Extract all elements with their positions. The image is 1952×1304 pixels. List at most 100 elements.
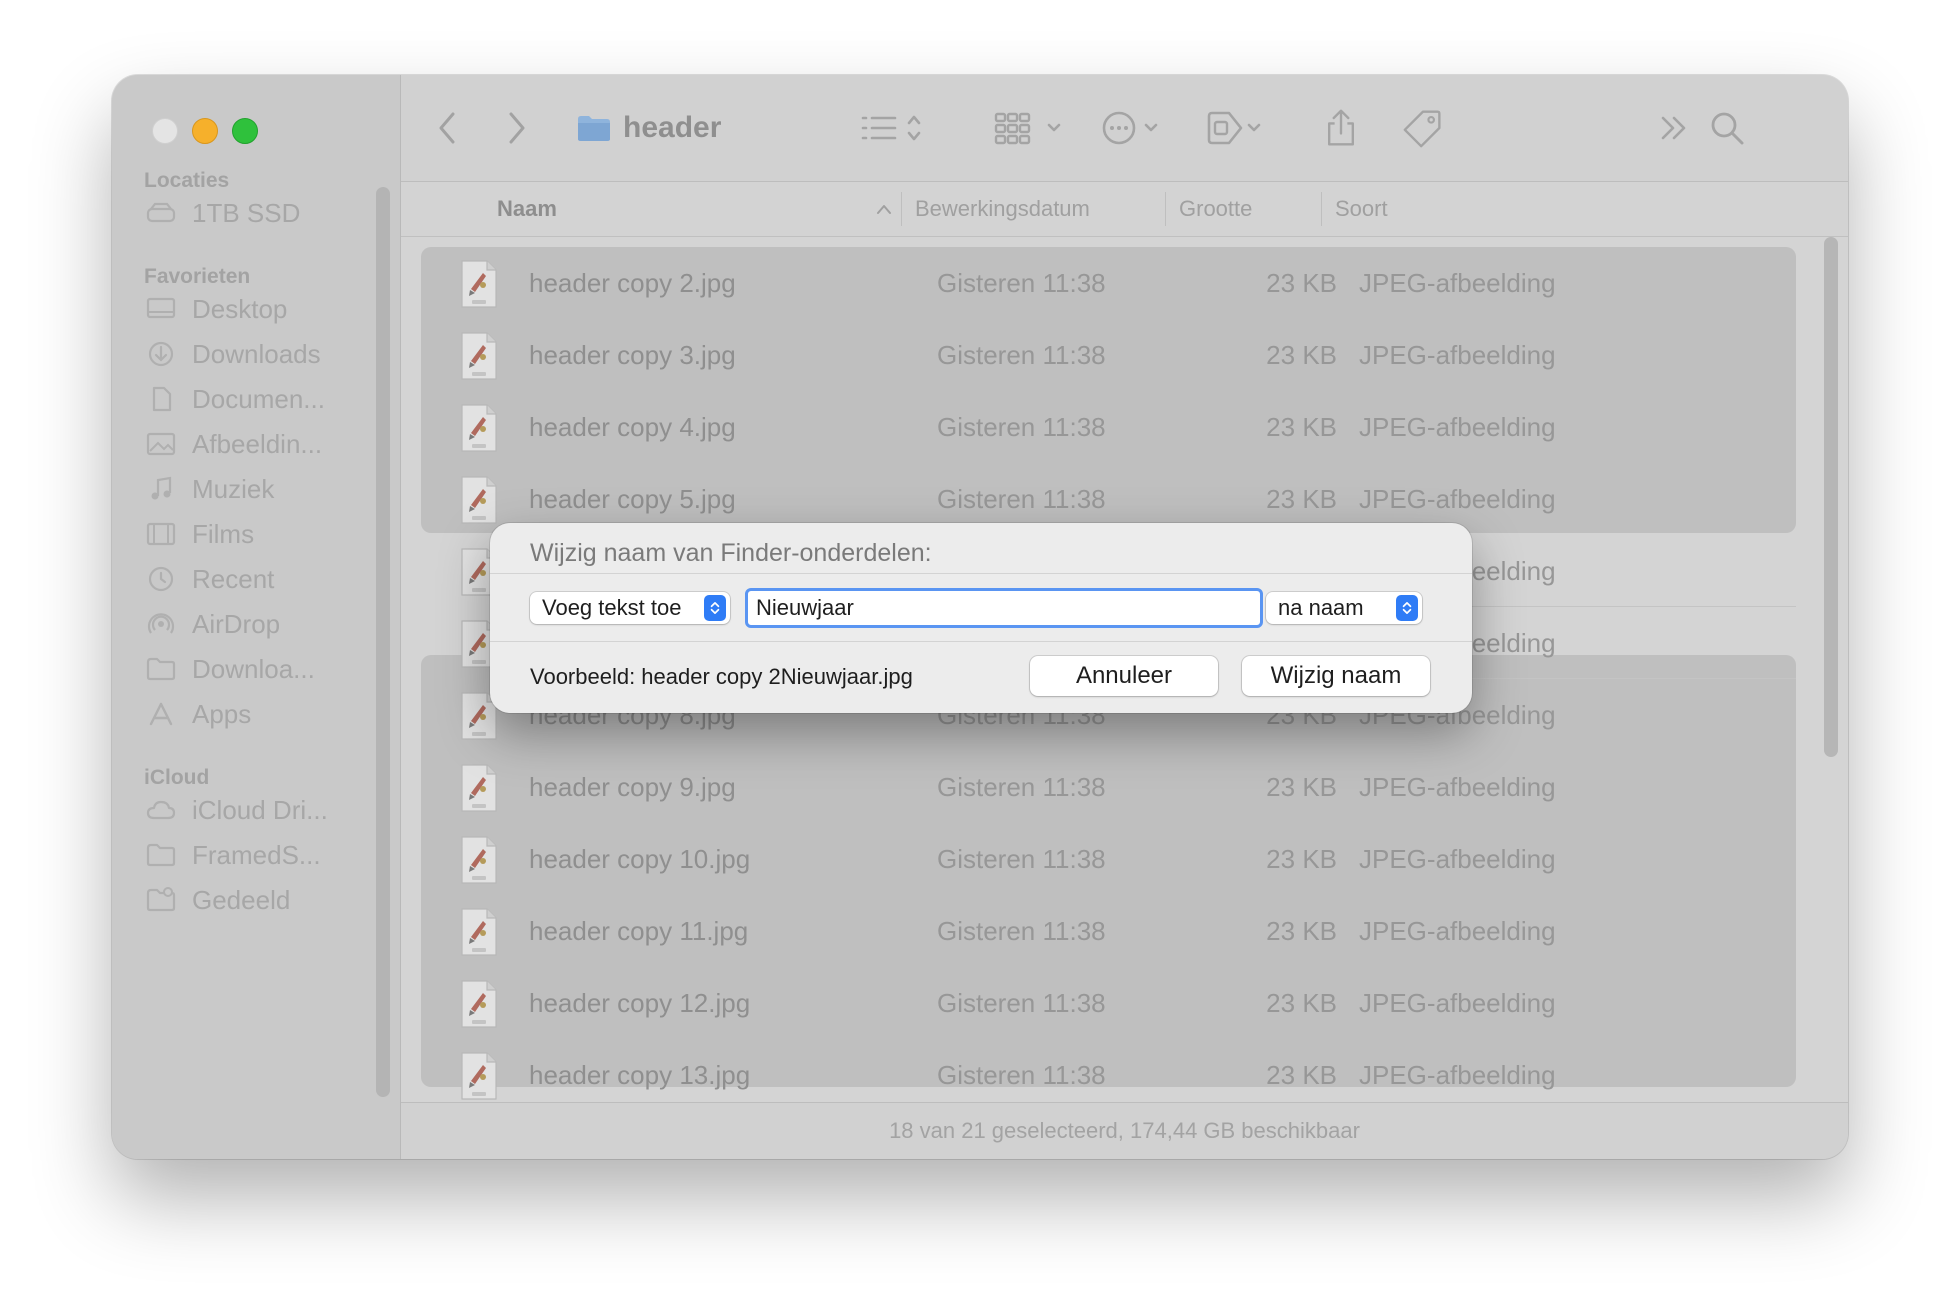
more-toolbar-button[interactable] bbox=[1657, 105, 1691, 151]
minimize-button[interactable] bbox=[192, 118, 218, 144]
sidebar-item[interactable]: AirDrop bbox=[144, 604, 364, 644]
rename-text-input[interactable]: Nieuwjaar bbox=[745, 588, 1263, 628]
file-list-scrollbar[interactable] bbox=[1824, 237, 1838, 757]
close-button[interactable] bbox=[152, 118, 178, 144]
stepper-arrows-icon bbox=[704, 595, 726, 621]
file-name: header copy 3.jpg bbox=[529, 340, 736, 370]
action-button[interactable] bbox=[1101, 105, 1171, 151]
file-row[interactable]: header copy 3.jpg Gisteren 11:38 23 KB JPEG… bbox=[421, 319, 1796, 391]
column-header: Naam Bewerkingsdatum Grootte Soort bbox=[401, 182, 1848, 237]
file-kind: JPEG-afbeelding bbox=[1359, 844, 1556, 874]
file-kind: JPEG-afbeelding bbox=[1359, 988, 1556, 1018]
jpeg-file-icon bbox=[459, 763, 499, 813]
apps-icon bbox=[144, 700, 178, 728]
view-list-button[interactable] bbox=[859, 105, 929, 151]
sidebar-item[interactable]: Recent bbox=[144, 559, 364, 599]
clock-icon bbox=[144, 565, 178, 593]
file-date: Gisteren 11:38 bbox=[937, 772, 1106, 802]
sidebar-item-label: Afbeeldin... bbox=[192, 428, 323, 459]
cancel-button[interactable]: Annuleer bbox=[1030, 656, 1218, 696]
desktop-icon bbox=[144, 295, 178, 323]
rename-button[interactable]: Wijzig naam bbox=[1242, 656, 1430, 696]
forward-button[interactable] bbox=[505, 105, 529, 151]
sort-ascending-icon bbox=[875, 182, 893, 236]
sidebar-item[interactable]: Downloa... bbox=[144, 649, 364, 689]
grid-view-icon bbox=[994, 112, 1061, 145]
sidebar-item[interactable]: Films bbox=[144, 514, 364, 554]
sidebar-item[interactable]: iCloud Dri... bbox=[144, 790, 364, 830]
sidebar-item-label: iCloud Dri... bbox=[192, 794, 328, 825]
file-name: header copy 2.jpg bbox=[529, 268, 736, 298]
sidebar-item-label: Gedeeld bbox=[192, 884, 291, 915]
tag-button[interactable] bbox=[1401, 105, 1445, 151]
file-kind: JPEG-afbeelding bbox=[1359, 1060, 1556, 1090]
sidebar-item-label: Documen... bbox=[192, 383, 325, 414]
jpeg-file-icon bbox=[459, 259, 499, 309]
file-kind: JPEG-afbeelding bbox=[1359, 340, 1556, 370]
sidebar-scrollbar[interactable] bbox=[376, 187, 390, 1097]
jpeg-file-icon bbox=[459, 907, 499, 957]
group-button[interactable] bbox=[993, 105, 1069, 151]
zoom-button[interactable] bbox=[232, 118, 258, 144]
sidebar-item[interactable]: 1TB SSD bbox=[144, 193, 364, 233]
sidebar-section-title: Favorieten bbox=[144, 265, 251, 288]
file-row[interactable]: header copy 10.jpg Gisteren 11:38 23 KB JPE… bbox=[421, 823, 1796, 895]
file-size: 23 KB bbox=[1266, 844, 1337, 874]
file-row[interactable]: header copy 13.jpg Gisteren 11:38 23 KB JPE… bbox=[421, 1039, 1796, 1101]
column-kind[interactable]: Soort bbox=[1335, 182, 1388, 236]
rename-text-value: Nieuwjaar bbox=[756, 595, 854, 620]
file-row[interactable]: header copy 9.jpg Gisteren 11:38 23 KB JPEG… bbox=[421, 751, 1796, 823]
search-button[interactable] bbox=[1707, 105, 1747, 151]
folder-icon bbox=[144, 655, 178, 683]
film-icon bbox=[144, 520, 178, 548]
sidebar-item-label: Recent bbox=[192, 563, 275, 594]
sidebar-item-label: Downloa... bbox=[192, 653, 315, 684]
sidebar-item[interactable]: Afbeeldin... bbox=[144, 424, 364, 464]
label-button[interactable] bbox=[1205, 105, 1275, 151]
chevron-left-icon bbox=[439, 112, 455, 144]
rename-mode-popup[interactable]: Voeg tekst toe bbox=[530, 592, 730, 624]
file-row[interactable]: header copy 11.jpg Gisteren 11:38 23 KB JPE… bbox=[421, 895, 1796, 967]
file-kind: JPEG-afbeelding bbox=[1359, 412, 1556, 442]
sidebar-item[interactable]: Downloads bbox=[144, 334, 364, 374]
file-row[interactable]: header copy 4.jpg Gisteren 11:38 23 KB JPEG… bbox=[421, 391, 1796, 463]
file-size: 23 KB bbox=[1266, 1060, 1337, 1090]
sidebar-item[interactable]: Documen... bbox=[144, 379, 364, 419]
drive-icon bbox=[144, 199, 178, 227]
file-name: header copy 10.jpg bbox=[529, 844, 751, 874]
jpeg-file-icon bbox=[459, 1051, 499, 1101]
file-date: Gisteren 11:38 bbox=[937, 1060, 1106, 1090]
folder-icon bbox=[144, 841, 178, 869]
column-name[interactable]: Naam bbox=[497, 182, 557, 236]
sidebar-item[interactable]: Muziek bbox=[144, 469, 364, 509]
rename-preview: Voorbeeld: header copy 2Nieuwjaar.jpg bbox=[530, 664, 913, 689]
label-tag-icon bbox=[1207, 111, 1261, 145]
file-row[interactable]: header copy 2.jpg Gisteren 11:38 23 KB JPEG… bbox=[421, 247, 1796, 319]
back-button[interactable] bbox=[435, 105, 459, 151]
list-view-icon bbox=[861, 115, 921, 141]
rename-position-popup[interactable]: na naam bbox=[1266, 592, 1422, 624]
sidebar-item-label: Apps bbox=[192, 698, 252, 729]
share-button[interactable] bbox=[1321, 105, 1361, 151]
file-size: 23 KB bbox=[1266, 772, 1337, 802]
file-name: header copy 13.jpg bbox=[529, 1060, 751, 1090]
sidebar-item[interactable]: Desktop bbox=[144, 289, 364, 329]
file-row[interactable]: header copy 12.jpg Gisteren 11:38 23 KB JPE… bbox=[421, 967, 1796, 1039]
jpeg-file-icon bbox=[459, 475, 499, 525]
file-date: Gisteren 11:38 bbox=[937, 340, 1106, 370]
tag-icon bbox=[1403, 110, 1441, 148]
sidebar-item[interactable]: Gedeeld bbox=[144, 880, 364, 920]
column-size[interactable]: Grootte bbox=[1179, 182, 1252, 236]
document-icon bbox=[144, 385, 178, 413]
file-kind: JPEG-afbeelding bbox=[1359, 772, 1556, 802]
file-size: 23 KB bbox=[1266, 412, 1337, 442]
sidebar-item-label: 1TB SSD bbox=[192, 197, 301, 228]
column-date[interactable]: Bewerkingsdatum bbox=[915, 182, 1090, 236]
rename-mode-label: Voeg tekst toe bbox=[542, 595, 682, 620]
stepper-arrows-icon bbox=[1396, 595, 1418, 621]
sidebar-item[interactable]: FramedS... bbox=[144, 835, 364, 875]
jpeg-file-icon bbox=[459, 835, 499, 885]
status-text: 18 van 21 geselecteerd, 174,44 GB beschi… bbox=[889, 1118, 1360, 1143]
sidebar-item[interactable]: Apps bbox=[144, 694, 364, 734]
file-size: 23 KB bbox=[1266, 268, 1337, 298]
